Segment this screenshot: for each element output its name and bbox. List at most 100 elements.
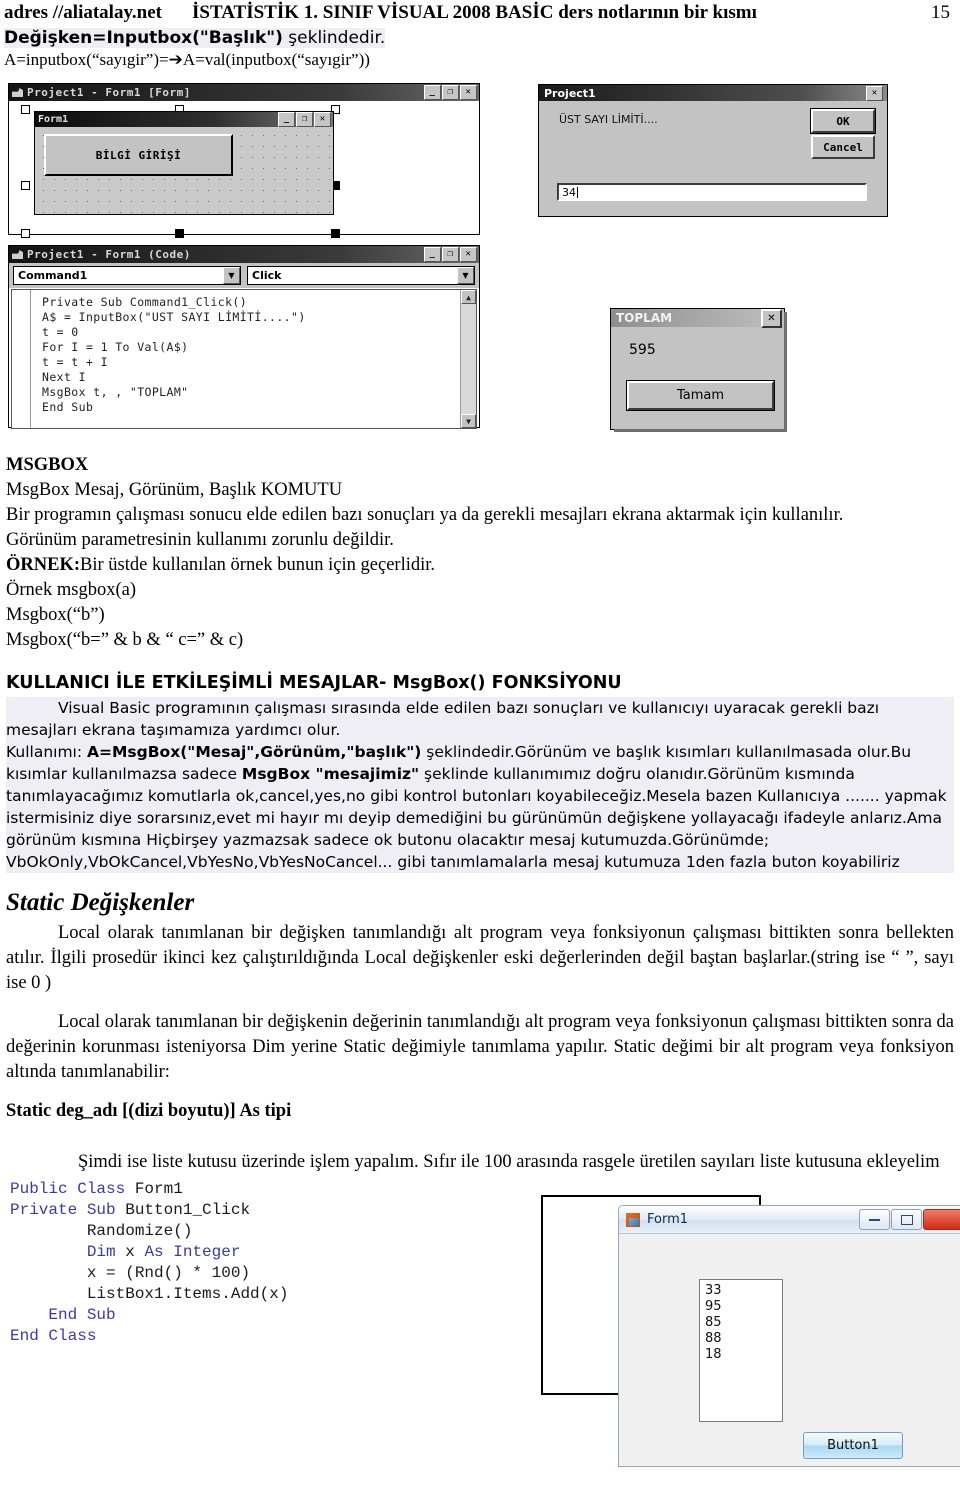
vbnet-line1-rest: Form1 [125,1180,183,1198]
maximize-glyph [900,1214,913,1225]
object-combo[interactable]: Command1 ▼ [13,266,241,285]
msgbox-line-6: Msgbox(“b=” & b & “ c=” & c) [6,630,244,650]
list-item[interactable]: 18 [705,1347,782,1363]
page-number: 15 [931,2,950,23]
msgbox-line-4: Örnek msgbox(a) [6,580,136,600]
static-syntax: Static deg_adı [(dizi boyutu)] As tipi [6,1101,292,1121]
msgbox-fn-para-1: Visual Basic programının çalışması sıras… [6,697,954,741]
resize-handle[interactable] [21,105,30,114]
bilgi-girisi-button[interactable]: BİLGİ GİRİŞİ [44,134,233,176]
resize-handle[interactable] [331,229,340,238]
close-icon[interactable]: ✕ [866,85,883,101]
scroll-up-icon[interactable]: ▲ [461,290,476,304]
list-item[interactable]: 85 [705,1315,782,1331]
inputbox-dialog: Project1 ✕ ÜST SAYI LİMİTİ.... OK Cancel… [538,84,888,217]
page-header: adres //aliatalay.net İSTATİSTİK 1. SINI… [0,0,960,24]
close-icon[interactable] [923,1209,960,1230]
window-shadow [784,312,787,432]
inputbox-syntax-suffix: şeklindedir. [282,28,386,48]
listbox1[interactable]: 33 95 85 88 18 [699,1279,783,1422]
msgbox-heading: MSGBOX [6,455,89,475]
close-icon[interactable]: ✕ [761,308,782,328]
msgbox-line-3: Görünüm parametresinin kullanımı zorunlu… [6,530,394,550]
resize-handle[interactable] [175,229,184,238]
vbnet-line8: End Class [10,1327,97,1345]
list-item[interactable]: 88 [705,1331,782,1347]
list-item[interactable]: 95 [705,1299,782,1315]
resize-handle[interactable] [21,229,30,238]
window-shadow [614,429,787,432]
text-caret [577,186,578,198]
static-para-1: Local olarak tanımlanan bir değişken tan… [6,923,954,993]
msgbox-line-1: MsgBox Mesaj, Görünüm, Başlık KOMUTU [6,480,343,500]
minimize-icon[interactable]: _ [278,112,295,127]
minimize-icon[interactable]: _ [424,247,441,262]
dotnet-window-buttons [858,1209,960,1230]
msgbox-line-2: Bir programın çalışması sonucu elde edil… [6,505,844,525]
chevron-down-icon[interactable]: ▼ [223,267,240,284]
vbnet-line4-keyword-2: As Integer [144,1243,241,1261]
static-section-heading: Static Değişkenler [6,889,195,916]
dotnet-form-title: Form1 [647,1212,689,1227]
event-combo-value: Click [252,269,282,282]
cancel-button[interactable]: Cancel [811,135,875,159]
toplam-titlebar: TOPLAM ✕ [611,308,784,328]
event-combo[interactable]: Click ▼ [247,266,475,285]
vbnet-sample-area: Public Class Form1 Private Sub Button1_C… [6,1179,960,1467]
maximize-icon[interactable] [891,1209,922,1230]
vbnet-line5: x = (Rnd() * 100) [86,1264,251,1282]
inputbox-window-buttons: ✕ [866,85,885,101]
vbnet-line6: ListBox1.Items.Add(x) [86,1285,289,1303]
designer-window-buttons: _ ❐ ✕ [424,85,479,100]
chevron-down-icon[interactable]: ▼ [457,267,474,284]
static-para-2: Local olarak tanımlanan bir değişkenin d… [6,1012,954,1082]
code-window-buttons: _ ❐ ✕ [424,247,479,262]
vbnet-line2-rest: Button1_Click [115,1201,251,1219]
close-icon[interactable]: ✕ [314,112,331,127]
inner-form-window-buttons: _ ❐ ✕ [278,112,333,127]
list-item[interactable]: 33 [705,1283,782,1299]
msgbox-fn-usage: Kullanımı: A=MsgBox("Mesaj",Görünüm,"baş… [6,741,954,873]
code-vertical-scrollbar[interactable]: ▲ ▼ [460,290,476,428]
code-margin-indicator [12,290,31,428]
designer-title: Project1 - Form1 [Form] [27,86,191,99]
vb-app-icon [12,88,23,97]
static-para-3: Şimdi ise liste kutusu üzerinde işlem ya… [78,1152,940,1172]
inputbox-text-field[interactable]: 34 [557,183,867,201]
inputbox-example-line: A=inputbox(“sayıgir”)=➔A=val(inputbox(“s… [0,48,960,70]
code-window-title: Project1 - Form1 (Code) [27,248,191,261]
minimize-icon[interactable] [859,1209,890,1230]
vb-code-icon [12,250,23,259]
tamam-button[interactable]: Tamam [626,380,775,411]
maximize-icon[interactable]: ❐ [442,85,459,100]
msgbox-ornek-line: ÖRNEK:Bir üstde kullanılan örnek bunun i… [6,553,954,578]
dotnet-form-body: 33 95 85 88 18 Button1 [619,1234,960,1466]
dotnet-form-window: Form1 33 95 85 88 18 Button1 [618,1205,960,1467]
inputbox-prompt: ÜST SAYI LİMİTİ.... [559,113,658,126]
inputbox-title: Project1 [544,86,596,100]
close-icon[interactable]: ✕ [460,247,477,262]
button1[interactable]: Button1 [803,1432,903,1459]
arrow-icon: ➔ [168,50,183,70]
ok-button[interactable]: OK [810,108,876,134]
minimize-glyph [869,1218,880,1221]
form-icon [626,1212,640,1227]
vbnet-line3: Randomize() [86,1222,193,1240]
inputbox-value: 34 [562,185,576,199]
maximize-icon[interactable]: ❐ [296,112,313,127]
maximize-icon[interactable]: ❐ [442,247,459,262]
close-icon[interactable]: ✕ [460,85,477,100]
resize-handle[interactable] [21,181,30,190]
usage-syntax: A=MsgBox("Mesaj",Görünüm,"başlık") [87,743,422,761]
usage-syntax-2: MsgBox "mesajimiz" [241,765,420,783]
vbnet-line4-keyword: Dim [86,1243,116,1261]
code-editor[interactable]: Private Sub Command1_Click() A$ = InputB… [11,289,477,429]
toplam-messagebox: TOPLAM ✕ 595 Tamam [610,308,787,432]
scroll-down-icon[interactable]: ▼ [461,414,476,428]
ornek-text: Bir üstde kullanılan örnek bunun için ge… [80,555,436,575]
inputbox-example-left: A=inputbox(“sayıgir”)= [4,50,169,69]
designer-canvas: Form1 _ ❐ ✕ BİLGİ GİRİŞİ [9,101,479,238]
minimize-icon[interactable]: _ [424,85,441,100]
vbnet-line2-keyword: Private Sub [10,1201,116,1219]
inner-form-title: Form1 [38,114,69,125]
